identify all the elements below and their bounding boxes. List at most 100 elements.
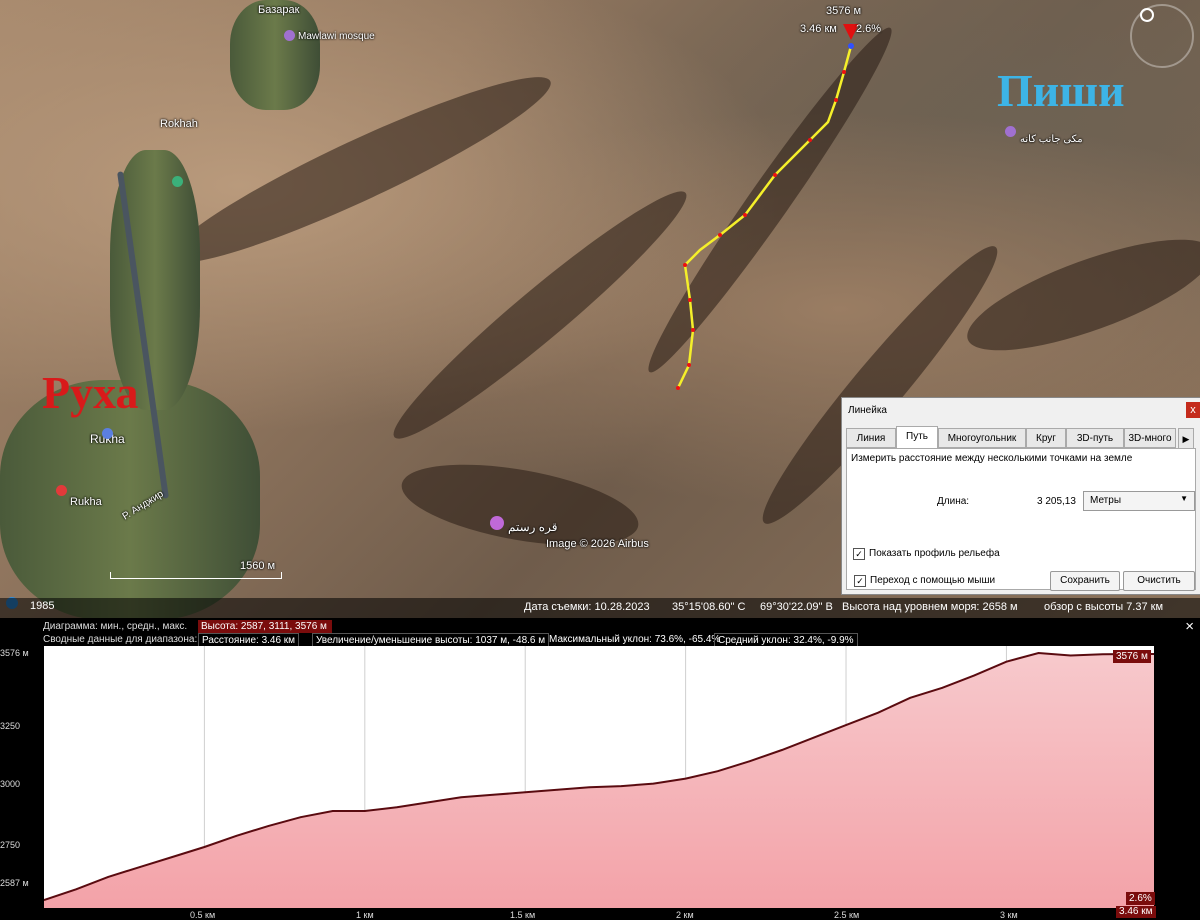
length-label: Длина: xyxy=(937,496,970,507)
profile-plot[interactable] xyxy=(43,646,1155,908)
poi-pin-icon[interactable] xyxy=(490,516,504,530)
poi-label[interactable]: قره رستم xyxy=(508,520,557,534)
profile-point xyxy=(620,785,623,787)
profile-point xyxy=(748,760,751,763)
poi-pin-icon[interactable] xyxy=(1005,126,1016,137)
height-values: Высота: 2587, 3111, 3576 м xyxy=(198,620,332,633)
ruler-panel: Измерить расстояние между несколькими то… xyxy=(846,448,1196,590)
scale-label: 1560 м xyxy=(240,560,276,572)
summary-max-slope: Максимальный уклон: 73.6%, -65.4% xyxy=(549,634,721,645)
profile-point xyxy=(524,791,527,794)
profile-point xyxy=(139,866,142,868)
track-slope: 2.6% xyxy=(856,23,882,35)
profile-point xyxy=(781,749,783,751)
scale-bar xyxy=(110,572,282,579)
show-profile-label: Показать профиль рельефа xyxy=(869,548,1000,559)
show-profile-checkbox[interactable]: ✓ xyxy=(853,548,865,560)
mouse-nav-label: Переход с помощью мыши xyxy=(870,575,996,586)
track-point xyxy=(688,298,692,302)
track-elevation: 3576 м xyxy=(826,5,862,17)
clear-button[interactable]: Очистить xyxy=(1123,571,1195,591)
profile-chart[interactable] xyxy=(43,646,1155,908)
track-distance: 3.46 км xyxy=(800,23,837,35)
history-year[interactable]: 1985 xyxy=(30,600,54,612)
track-point xyxy=(691,328,695,332)
eye-altitude: обзор с высоты 7.37 км xyxy=(1044,601,1164,613)
profile-point xyxy=(588,786,591,789)
profile-point xyxy=(941,687,944,689)
close-icon[interactable]: × xyxy=(1185,618,1194,635)
profile-point xyxy=(1101,653,1104,656)
ruler-description: Измерить расстояние между несколькими то… xyxy=(851,453,1133,464)
profile-point xyxy=(652,782,655,785)
status-bar: 1985 Дата съемки: 10.28.2023 35°15'08.60… xyxy=(0,598,1200,618)
poi-label[interactable]: Mawlawi mosque xyxy=(298,31,375,42)
x-tick: 1.5 км xyxy=(510,910,536,920)
profile-point xyxy=(460,796,462,799)
profile-point xyxy=(1069,654,1072,657)
tab-circle[interactable]: Круг xyxy=(1026,428,1066,448)
summary-label: Сводные данные для диапазона: xyxy=(43,634,198,645)
diagram-label: Диаграмма: мин., средн., макс. xyxy=(43,621,188,632)
profile-point xyxy=(364,810,366,812)
x-tick: 1 км xyxy=(356,910,374,920)
slope-tag: 2.6% xyxy=(1126,892,1155,905)
poi-label[interactable]: مکی جانب کانه xyxy=(1020,134,1083,145)
profile-point xyxy=(299,816,302,818)
profile-point xyxy=(1037,652,1040,654)
track-point xyxy=(718,233,722,237)
profile-point xyxy=(428,801,430,804)
save-button[interactable]: Сохранить xyxy=(1050,571,1120,591)
unit-select[interactable]: Метры ▼ xyxy=(1083,491,1195,511)
track-point xyxy=(834,98,838,102)
tab-polygon[interactable]: Многоугольник xyxy=(938,428,1026,448)
profile-point xyxy=(813,736,815,739)
tab-3d-path[interactable]: 3D-путь xyxy=(1066,428,1124,448)
profile-point xyxy=(171,856,174,858)
chevron-down-icon: ▼ xyxy=(1180,494,1188,503)
place-label[interactable]: Базарак xyxy=(258,4,299,16)
track-point xyxy=(683,263,687,267)
max-elevation-tag: 3576 м xyxy=(1113,650,1151,663)
poi-pin-icon[interactable] xyxy=(172,176,183,187)
track-point xyxy=(842,70,846,74)
poi-pin-icon[interactable] xyxy=(102,428,113,439)
track-point xyxy=(687,363,691,367)
x-tick: 0.5 км xyxy=(190,910,216,920)
tab-line[interactable]: Линия xyxy=(846,428,896,448)
x-tick: 2.5 км xyxy=(834,910,860,920)
profile-point xyxy=(107,876,109,878)
track-cursor xyxy=(848,43,854,49)
distance-tag: 3.46 км xyxy=(1116,906,1156,918)
profile-point xyxy=(909,696,911,699)
profile-point xyxy=(973,674,976,677)
profile-point xyxy=(235,835,238,837)
mouse-nav-checkbox[interactable]: ✓ xyxy=(854,575,866,587)
track-point xyxy=(773,173,777,177)
compass-north-icon[interactable] xyxy=(1140,8,1154,22)
profile-point xyxy=(396,806,398,809)
profile-point xyxy=(684,777,687,780)
y-tick: 2587 м xyxy=(0,878,29,888)
label-rukha-big: Руха xyxy=(42,367,139,418)
profile-point xyxy=(845,724,847,726)
place-label[interactable]: Rukha xyxy=(70,496,102,508)
hospital-pin-icon[interactable] xyxy=(56,485,67,496)
latitude: 35°15'08.60" С xyxy=(672,601,746,613)
profile-point xyxy=(716,770,719,772)
length-value: 3 205,13 xyxy=(1037,496,1076,507)
y-tick: 3576 м xyxy=(0,648,29,658)
poi-pin-icon[interactable] xyxy=(284,30,295,41)
tab-path[interactable]: Путь xyxy=(896,426,938,449)
longitude: 69°30'22.09" В xyxy=(760,601,833,613)
y-tick: 3250 xyxy=(0,721,21,731)
profile-point xyxy=(492,793,494,796)
profile-point xyxy=(877,711,879,714)
place-label[interactable]: Rokhah xyxy=(160,118,198,130)
tab-scroll-right-icon[interactable]: ▶ xyxy=(1178,428,1194,450)
profile-point xyxy=(75,888,77,891)
close-button[interactable]: x xyxy=(1186,402,1200,418)
dialog-title: Линейка xyxy=(848,405,887,416)
tab-3d-polygon[interactable]: 3D-много xyxy=(1124,428,1176,448)
capture-date: Дата съемки: 10.28.2023 xyxy=(524,601,650,613)
